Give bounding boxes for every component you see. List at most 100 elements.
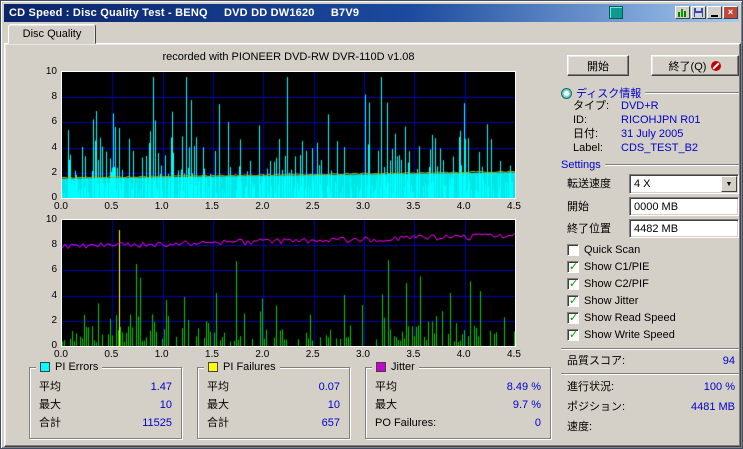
stat-label: 合計 [207,417,229,429]
divider [604,164,739,166]
close-icon: × [727,7,734,17]
exit-button[interactable]: 終了(Q) [651,55,739,76]
position-value: 4481 MB [690,401,735,413]
speed-select[interactable]: 4 X ▼ [629,174,739,194]
recorded-note: recorded with PIONEER DVD-RW DVR-110D v1… [162,51,415,63]
stat-row: 平均 1.47 [30,378,181,396]
end-position-label: 終了位置 [567,223,611,235]
pi-failures-plot-area [61,219,516,347]
speed-label: 転送速度 [567,178,611,190]
pi-failures-statbox-header: PI Failures [204,360,280,374]
checkbox-label: Quick Scan [584,243,641,256]
checkbox[interactable] [567,294,579,307]
pi-errors-statbox: PI Errors 平均 1.47 最大 10 合計 11525 [29,360,182,439]
x-tick-label: 2.5 [305,349,320,360]
chevron-down-icon[interactable]: ▼ [721,176,737,192]
checkbox-show-c2-pif[interactable]: Show C2/PIF [567,275,676,292]
y-tick-label: 4 [51,141,57,153]
y-tick-label: 10 [45,214,57,225]
disc-info-row: ID: RICOHJPN R01 [573,114,739,127]
minimize-button[interactable] [707,6,722,19]
stat-value: 1.47 [150,381,172,393]
x-tick-label: 1.0 [154,349,169,360]
pi-errors-statbox-title: PI Errors [55,361,99,373]
disc-info-label: 日付: [573,128,599,140]
titlebar-buttons: × [675,6,738,19]
stat-row: PO Failures: 0 [366,414,550,432]
bar-chart-icon [678,9,686,17]
quality-score-value: 94 [722,355,735,367]
pi-errors-canvas [62,72,515,198]
x-tick-label: 1.5 [205,201,219,212]
titlebar: CD Speed : Disc Quality Test - BENQ DVD … [4,4,739,22]
stat-label: PO Failures: [375,417,437,429]
disc-info-value: CDS_TEST_B2 [621,142,699,154]
checkbox-show-read-speed[interactable]: Show Read Speed [567,309,676,326]
y-tick-label: 6 [51,116,57,128]
checkbox[interactable] [567,243,579,256]
checkbox-show-jitter[interactable]: Show Jitter [567,292,676,309]
stat-label: 合計 [39,417,61,429]
x-tick-label: 4.5 [507,349,521,360]
stat-row: 最大 10 [30,396,181,414]
checkbox[interactable] [567,311,579,324]
checkbox-label: Show Read Speed [584,311,676,324]
stat-label: 最大 [39,399,61,411]
quality-score-label: 品質スコア: [567,355,626,367]
x-tick-label: 0.0 [54,201,68,212]
save-button[interactable] [691,6,706,19]
stat-label: 最大 [207,399,229,411]
checkbox-quick-scan[interactable]: Quick Scan [567,241,676,258]
start-position-input[interactable] [629,197,739,216]
disc-info-value: 31 July 2005 [621,128,684,140]
exit-button-label: 終了(Q) [668,60,707,73]
checkbox[interactable] [567,328,579,341]
x-tick-label: 4.0 [456,201,471,212]
close-button[interactable]: × [723,6,738,19]
checkbox[interactable] [567,277,579,290]
jitter-statbox: Jitter 平均 8.49 % 最大 9.7 % PO Failures: 0 [365,360,551,439]
y-tick-label: 8 [51,91,57,103]
start-button[interactable]: 開始 [567,55,629,76]
pi-failures-y-axis: 10 8 6 4 2 0 [35,214,59,351]
speed-value: 4 X [634,178,651,190]
pi-failures-statbox: PI Failures 平均 0.07 最大 10 合計 657 [197,360,350,439]
quality-score-row: 品質スコア: 94 [567,353,735,369]
exit-icon [711,60,722,71]
disc-icon [561,87,572,99]
x-tick-label: 2.0 [255,201,270,212]
disc-info-value: DVD+R [621,100,659,112]
y-tick-label: 2 [51,314,57,326]
tab-disc-quality[interactable]: Disc Quality [8,24,96,44]
speed-row: 速度: [567,419,735,435]
x-tick-label: 2.0 [255,349,270,360]
end-position-input[interactable] [629,219,739,238]
jitter-statbox-header: Jitter [372,360,419,374]
disc-info-label: Label: [573,142,603,154]
stat-row: 最大 9.7 % [366,396,550,414]
x-tick-label: 3.0 [356,349,370,360]
pi-errors-y-axis: 10 8 6 4 2 0 [35,66,59,203]
floppy-disk-icon [694,8,703,17]
y-tick-label: 8 [51,239,57,251]
stat-value: 10 [327,399,340,411]
divider [561,348,739,350]
checkbox-label: Show Write Speed [584,328,675,341]
stat-row: 平均 8.49 % [366,378,550,396]
checkbox[interactable] [567,260,579,273]
pi-failures-legend-swatch [208,362,218,372]
titlebar-indicator-icon [609,6,623,19]
stat-value: 9.7 % [512,399,541,411]
stat-value: 11525 [142,417,172,429]
checkbox-show-write-speed[interactable]: Show Write Speed [567,326,676,343]
settings-header: Settings [561,159,739,171]
graph-button[interactable] [675,6,690,19]
window-title: CD Speed : Disc Quality Test - BENQ DVD … [9,7,360,19]
disc-info-header: ディスク情報 [561,85,739,101]
checkbox-show-c1-pie[interactable]: Show C1/PIE [567,258,676,275]
checkbox-label: Show C2/PIF [584,277,649,290]
x-tick-label: 0.5 [104,201,119,212]
progress-row: 進行状況: 100 % [567,379,735,395]
x-tick-label: 0.5 [104,349,119,360]
disc-info-title: ディスク情報 [576,88,642,100]
